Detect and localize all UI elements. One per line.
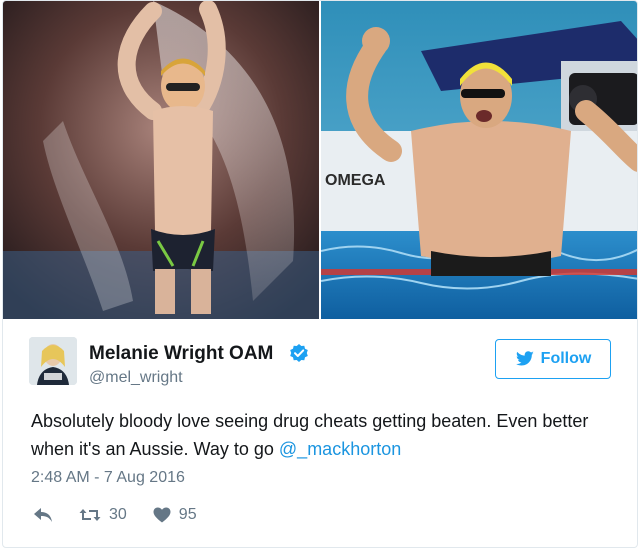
tweet-header: Melanie Wright OAM @mel_wright Follow xyxy=(29,337,619,397)
retweet-button[interactable]: 30 xyxy=(79,506,127,524)
follow-label: Follow xyxy=(540,350,592,367)
reply-icon xyxy=(34,508,52,522)
reply-button[interactable] xyxy=(33,507,53,523)
like-count: 95 xyxy=(178,506,197,523)
tweet-timestamp[interactable]: 2:48 AM - 7 Aug 2016 xyxy=(31,469,185,487)
swimmer-underwater-photo[interactable] xyxy=(3,1,319,319)
retweet-icon xyxy=(79,509,101,521)
user-handle[interactable]: @mel_wright xyxy=(89,369,183,387)
omega-signage: OMEGA xyxy=(325,172,386,189)
like-button[interactable]: 95 xyxy=(153,506,197,524)
tweet-card: OMEGA Melanie Wright OAM @mel_wright Fol… xyxy=(2,0,638,548)
retweet-count: 30 xyxy=(109,506,127,523)
user-display-name[interactable]: Melanie Wright OAM xyxy=(89,343,273,365)
follow-button[interactable]: Follow xyxy=(495,339,611,379)
tweet-actions: 30 95 xyxy=(33,503,197,527)
avatar[interactable] xyxy=(29,337,77,385)
tweet-text: Absolutely bloody love seeing drug cheat… xyxy=(31,407,621,463)
mention-link[interactable]: @_mackhorton xyxy=(279,439,401,459)
heart-icon xyxy=(153,507,171,523)
swimmer-celebrating-photo[interactable]: OMEGA xyxy=(321,1,637,319)
tweet-media[interactable]: OMEGA xyxy=(3,1,637,319)
verified-badge-icon xyxy=(289,343,309,363)
twitter-bird-icon xyxy=(515,351,534,366)
